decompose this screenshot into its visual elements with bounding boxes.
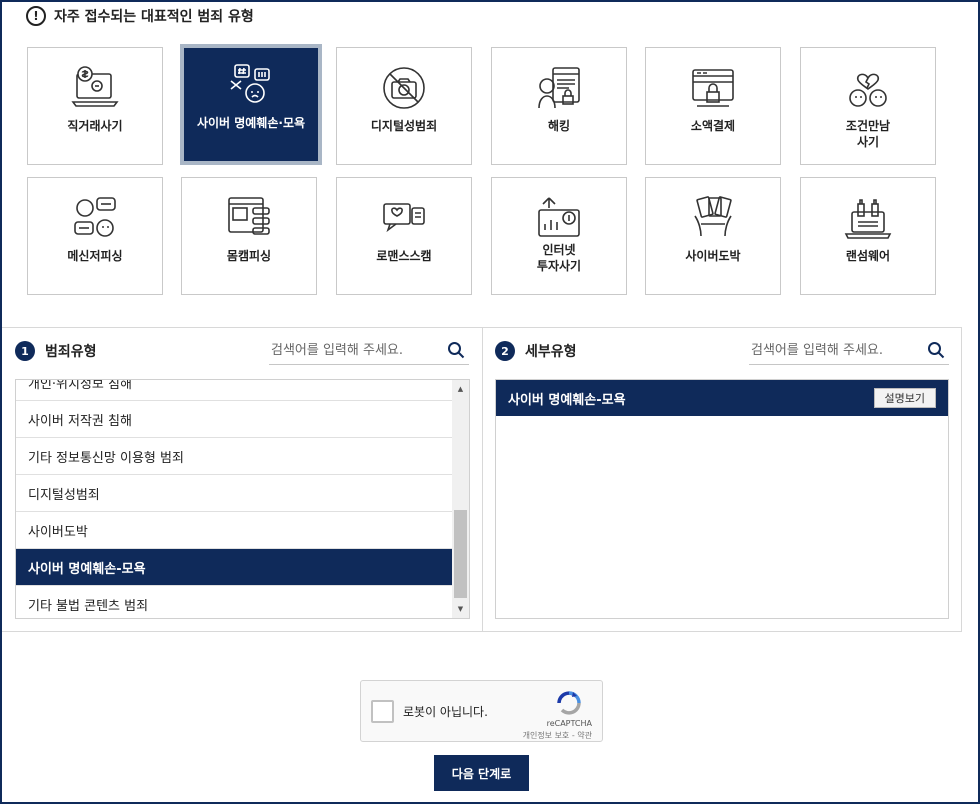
tile-messenger-phishing[interactable]: 메신저피싱 [27,177,163,295]
recaptcha-checkbox[interactable] [371,700,394,723]
tile-romance-scam[interactable]: 로맨스스캠 [336,177,472,295]
tile-label: 해킹 [547,119,571,133]
romance-chat-icon [380,194,428,242]
detail-type-search-input[interactable] [749,343,909,358]
recaptcha-logo-icon [555,689,583,717]
tile-label: 조건만남 사기 [845,119,891,149]
divider [2,631,962,632]
tile-label: 소액결제 [690,119,736,133]
broken-heart-icon [844,64,892,112]
tile-cyber-gambling[interactable]: 사이버도박 [645,177,781,295]
detail-type-search [749,337,949,365]
payment-lock-icon [689,64,737,112]
no-camera-icon [380,64,428,112]
list-item[interactable]: 사이버 저작권 침해 [16,401,453,438]
scroll-down-icon[interactable]: ▼ [452,602,469,616]
detail-selected-row[interactable]: 사이버 명예훼손-모욕 설명보기 [496,380,948,416]
crime-type-list[interactable]: 개인·위치정보 침해 사이버 저작권 침해 기타 정보통신망 이용형 범죄 디지… [15,379,470,619]
detail-selected-title: 사이버 명예훼손-모욕 [508,392,626,408]
tile-direct-trade-fraud[interactable]: 직거래사기 [27,47,163,165]
hacker-icon [535,64,583,112]
crime-type-search [269,337,469,365]
tile-label: 랜섬웨어 [845,249,891,263]
explain-button[interactable]: 설명보기 [873,388,936,408]
detail-type-header: 2 세부유형 [495,341,577,361]
investment-icon [535,194,583,242]
video-chat-icon [225,194,273,242]
tile-cyber-defamation[interactable]: 사이버 명예훼손·모욕 [180,44,322,165]
list-item[interactable]: 기타 불법 콘텐츠 범죄 [16,586,453,618]
tile-conditional-meeting-fraud[interactable]: 조건만남 사기 [800,47,936,165]
list-scrollbar[interactable]: ▲ ▼ [452,380,469,618]
laptop-money-icon [71,64,119,112]
crime-type-title: 범죄유형 [45,344,97,360]
search-icon[interactable] [927,341,945,359]
tile-micropayment[interactable]: 소액결제 [645,47,781,165]
next-step-button[interactable]: 다음 단계로 [434,755,529,791]
cards-icon [689,194,737,242]
list-item[interactable]: 기타 정보통신망 이용형 범죄 [16,438,453,475]
tile-digital-sex-crime[interactable]: 디지털성범죄 [336,47,472,165]
tile-body-cam-phishing[interactable]: 몸캠피싱 [181,177,317,295]
exclamation-icon: ! [26,6,46,26]
tile-label: 디지털성범죄 [370,119,438,133]
chat-insult-icon [227,61,275,109]
detail-type-list: 사이버 명예훼손-모욕 설명보기 [495,379,949,619]
tile-label: 인터넷 투자사기 [536,243,582,273]
messenger-icon [71,194,119,242]
scroll-up-icon[interactable]: ▲ [452,382,469,396]
recaptcha-label: 로봇이 아닙니다. [403,705,488,719]
recaptcha-brand: reCAPTCHA [546,719,592,728]
crime-type-search-input[interactable] [269,343,429,358]
heading-text: 자주 접수되는 대표적인 범죄 유형 [54,9,254,25]
step-number-badge: 1 [15,341,35,361]
detail-type-title: 세부유형 [525,344,577,360]
divider [482,327,483,631]
tile-ransomware[interactable]: 랜섬웨어 [800,177,936,295]
tile-label: 사이버 명예훼손·모욕 [196,116,306,130]
tile-label: 메신저피싱 [67,249,123,263]
list-item[interactable]: 개인·위치정보 침해 [16,380,453,401]
divider [961,327,962,632]
tile-hacking[interactable]: 해킹 [491,47,627,165]
step-number-badge: 2 [495,341,515,361]
tile-label: 사이버도박 [685,249,741,263]
tile-label: 로맨스스캠 [376,249,432,263]
list-item[interactable]: 디지털성범죄 [16,475,453,512]
scrollbar-thumb[interactable] [454,510,467,598]
section-heading: ! 자주 접수되는 대표적인 범죄 유형 [26,5,254,27]
search-icon[interactable] [447,341,465,359]
tile-label: 직거래사기 [67,119,123,133]
ransomware-icon [844,194,892,242]
crime-type-header: 1 범죄유형 [15,341,97,361]
tile-label: 몸캠피싱 [226,249,272,263]
tile-internet-investment-fraud[interactable]: 인터넷 투자사기 [491,177,627,295]
list-item[interactable]: 사이버도박 [16,512,453,549]
recaptcha-privacy-terms-link[interactable]: 개인정보 보호 - 약관 [523,730,592,741]
recaptcha-widget: 로봇이 아닙니다. reCAPTCHA 개인정보 보호 - 약관 [360,680,603,742]
list-item-selected[interactable]: 사이버 명예훼손-모욕 [16,549,453,586]
